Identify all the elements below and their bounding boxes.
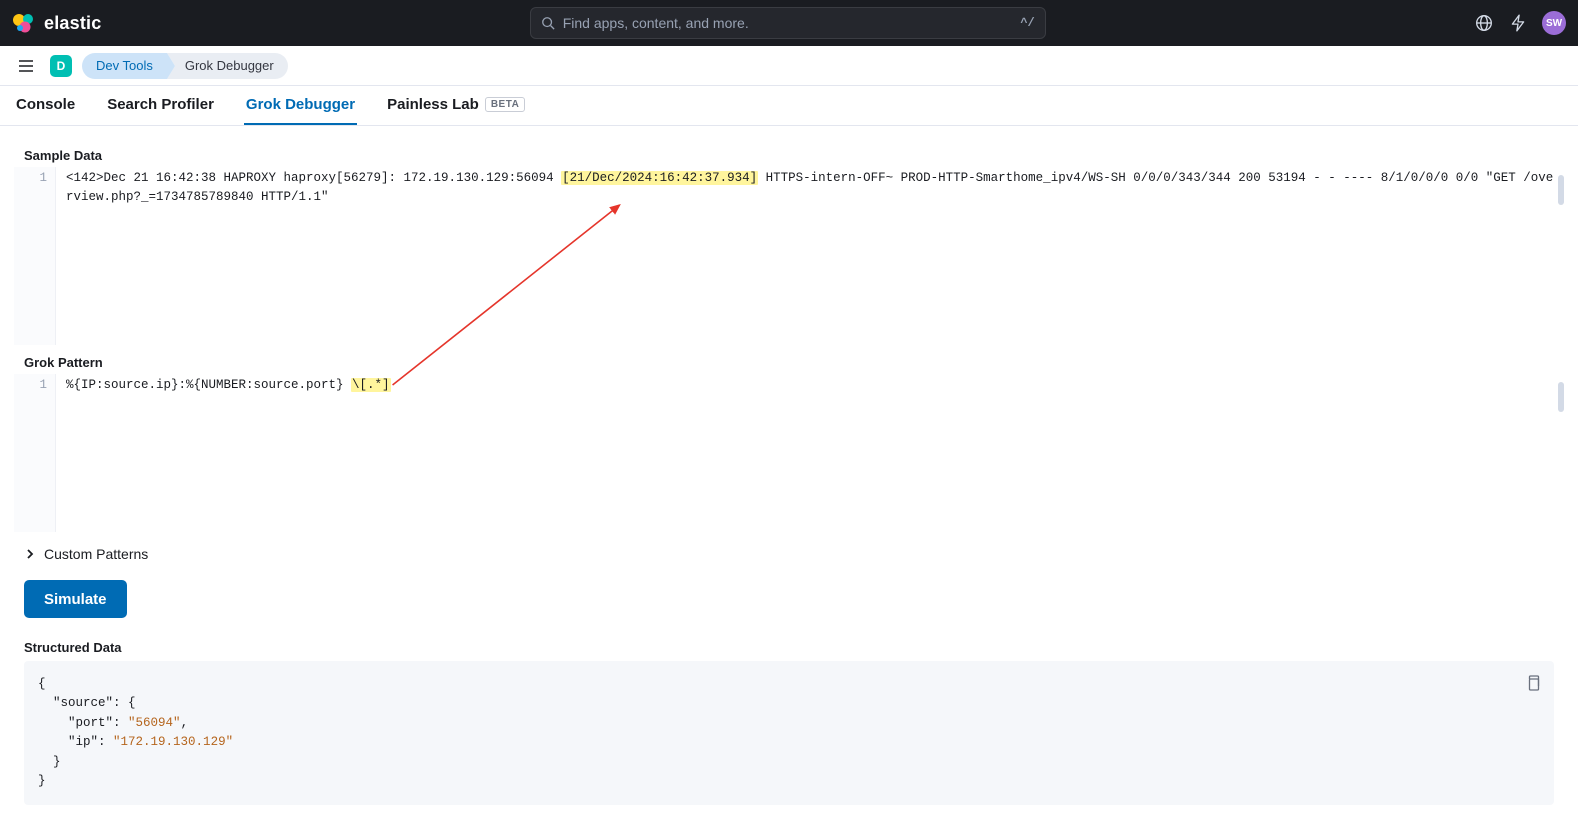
sample-data-editor[interactable]: 1 <142>Dec 21 16:42:38 HAPROXY haproxy[5… [14, 167, 1564, 345]
pattern-highlight: \[.*] [351, 378, 391, 392]
scrollbar-thumb[interactable] [1558, 175, 1564, 205]
tab-search-profiler[interactable]: Search Profiler [105, 86, 216, 125]
tab-console[interactable]: Console [14, 86, 77, 125]
sample-code[interactable]: <142>Dec 21 16:42:38 HAPROXY haproxy[562… [56, 167, 1564, 345]
global-search[interactable]: Find apps, content, and more. ^/ [530, 7, 1046, 39]
user-avatar[interactable]: SW [1542, 11, 1566, 35]
tab-painless-lab[interactable]: Painless Lab BETA [385, 86, 527, 125]
custom-patterns-label: Custom Patterns [44, 546, 148, 562]
custom-patterns-toggle[interactable]: Custom Patterns [14, 532, 1564, 580]
space-selector[interactable]: D [50, 55, 72, 77]
grok-pattern-editor[interactable]: 1 %{IP:source.ip}:%{NUMBER:source.port} … [14, 374, 1564, 532]
nav-subbar: D Dev Tools Grok Debugger [0, 46, 1578, 86]
beta-badge: BETA [485, 97, 525, 112]
grok-pattern-label: Grok Pattern [24, 355, 1564, 370]
tab-grok-debugger[interactable]: Grok Debugger [244, 86, 357, 125]
brand-logo[interactable]: elastic [12, 11, 101, 35]
help-icon[interactable] [1508, 13, 1528, 33]
search-kbd-hint: ^/ [1020, 16, 1034, 30]
structured-data-label: Structured Data [24, 640, 1564, 655]
breadcrumb-item-devtools[interactable]: Dev Tools [82, 53, 167, 79]
simulate-button[interactable]: Simulate [24, 580, 127, 618]
newsfeed-icon[interactable] [1474, 13, 1494, 33]
chevron-right-icon [24, 548, 36, 560]
sample-highlight: [21/Dec/2024:16:42:37.934] [561, 171, 758, 185]
breadcrumb: Dev Tools Grok Debugger [82, 53, 288, 79]
tool-tabs: Console Search Profiler Grok Debugger Pa… [0, 86, 1578, 126]
structured-output: { "source": { "port": "56094", "ip": "17… [24, 661, 1554, 805]
search-icon [541, 16, 555, 30]
tab-painless-label: Painless Lab [387, 96, 479, 113]
top-header: elastic Find apps, content, and more. ^/… [0, 0, 1578, 46]
copy-icon[interactable] [1526, 675, 1540, 698]
editor-gutter: 1 [14, 374, 56, 532]
search-placeholder: Find apps, content, and more. [563, 15, 1021, 31]
nav-menu-button[interactable] [12, 52, 40, 80]
brand-name: elastic [44, 13, 101, 34]
pattern-code[interactable]: %{IP:source.ip}:%{NUMBER:source.port} \[… [56, 374, 1564, 532]
sample-data-label: Sample Data [24, 148, 1564, 163]
breadcrumb-item-grok[interactable]: Grok Debugger [167, 53, 288, 79]
scrollbar-thumb[interactable] [1558, 382, 1564, 412]
elastic-logo-icon [12, 11, 36, 35]
editor-gutter: 1 [14, 167, 56, 345]
